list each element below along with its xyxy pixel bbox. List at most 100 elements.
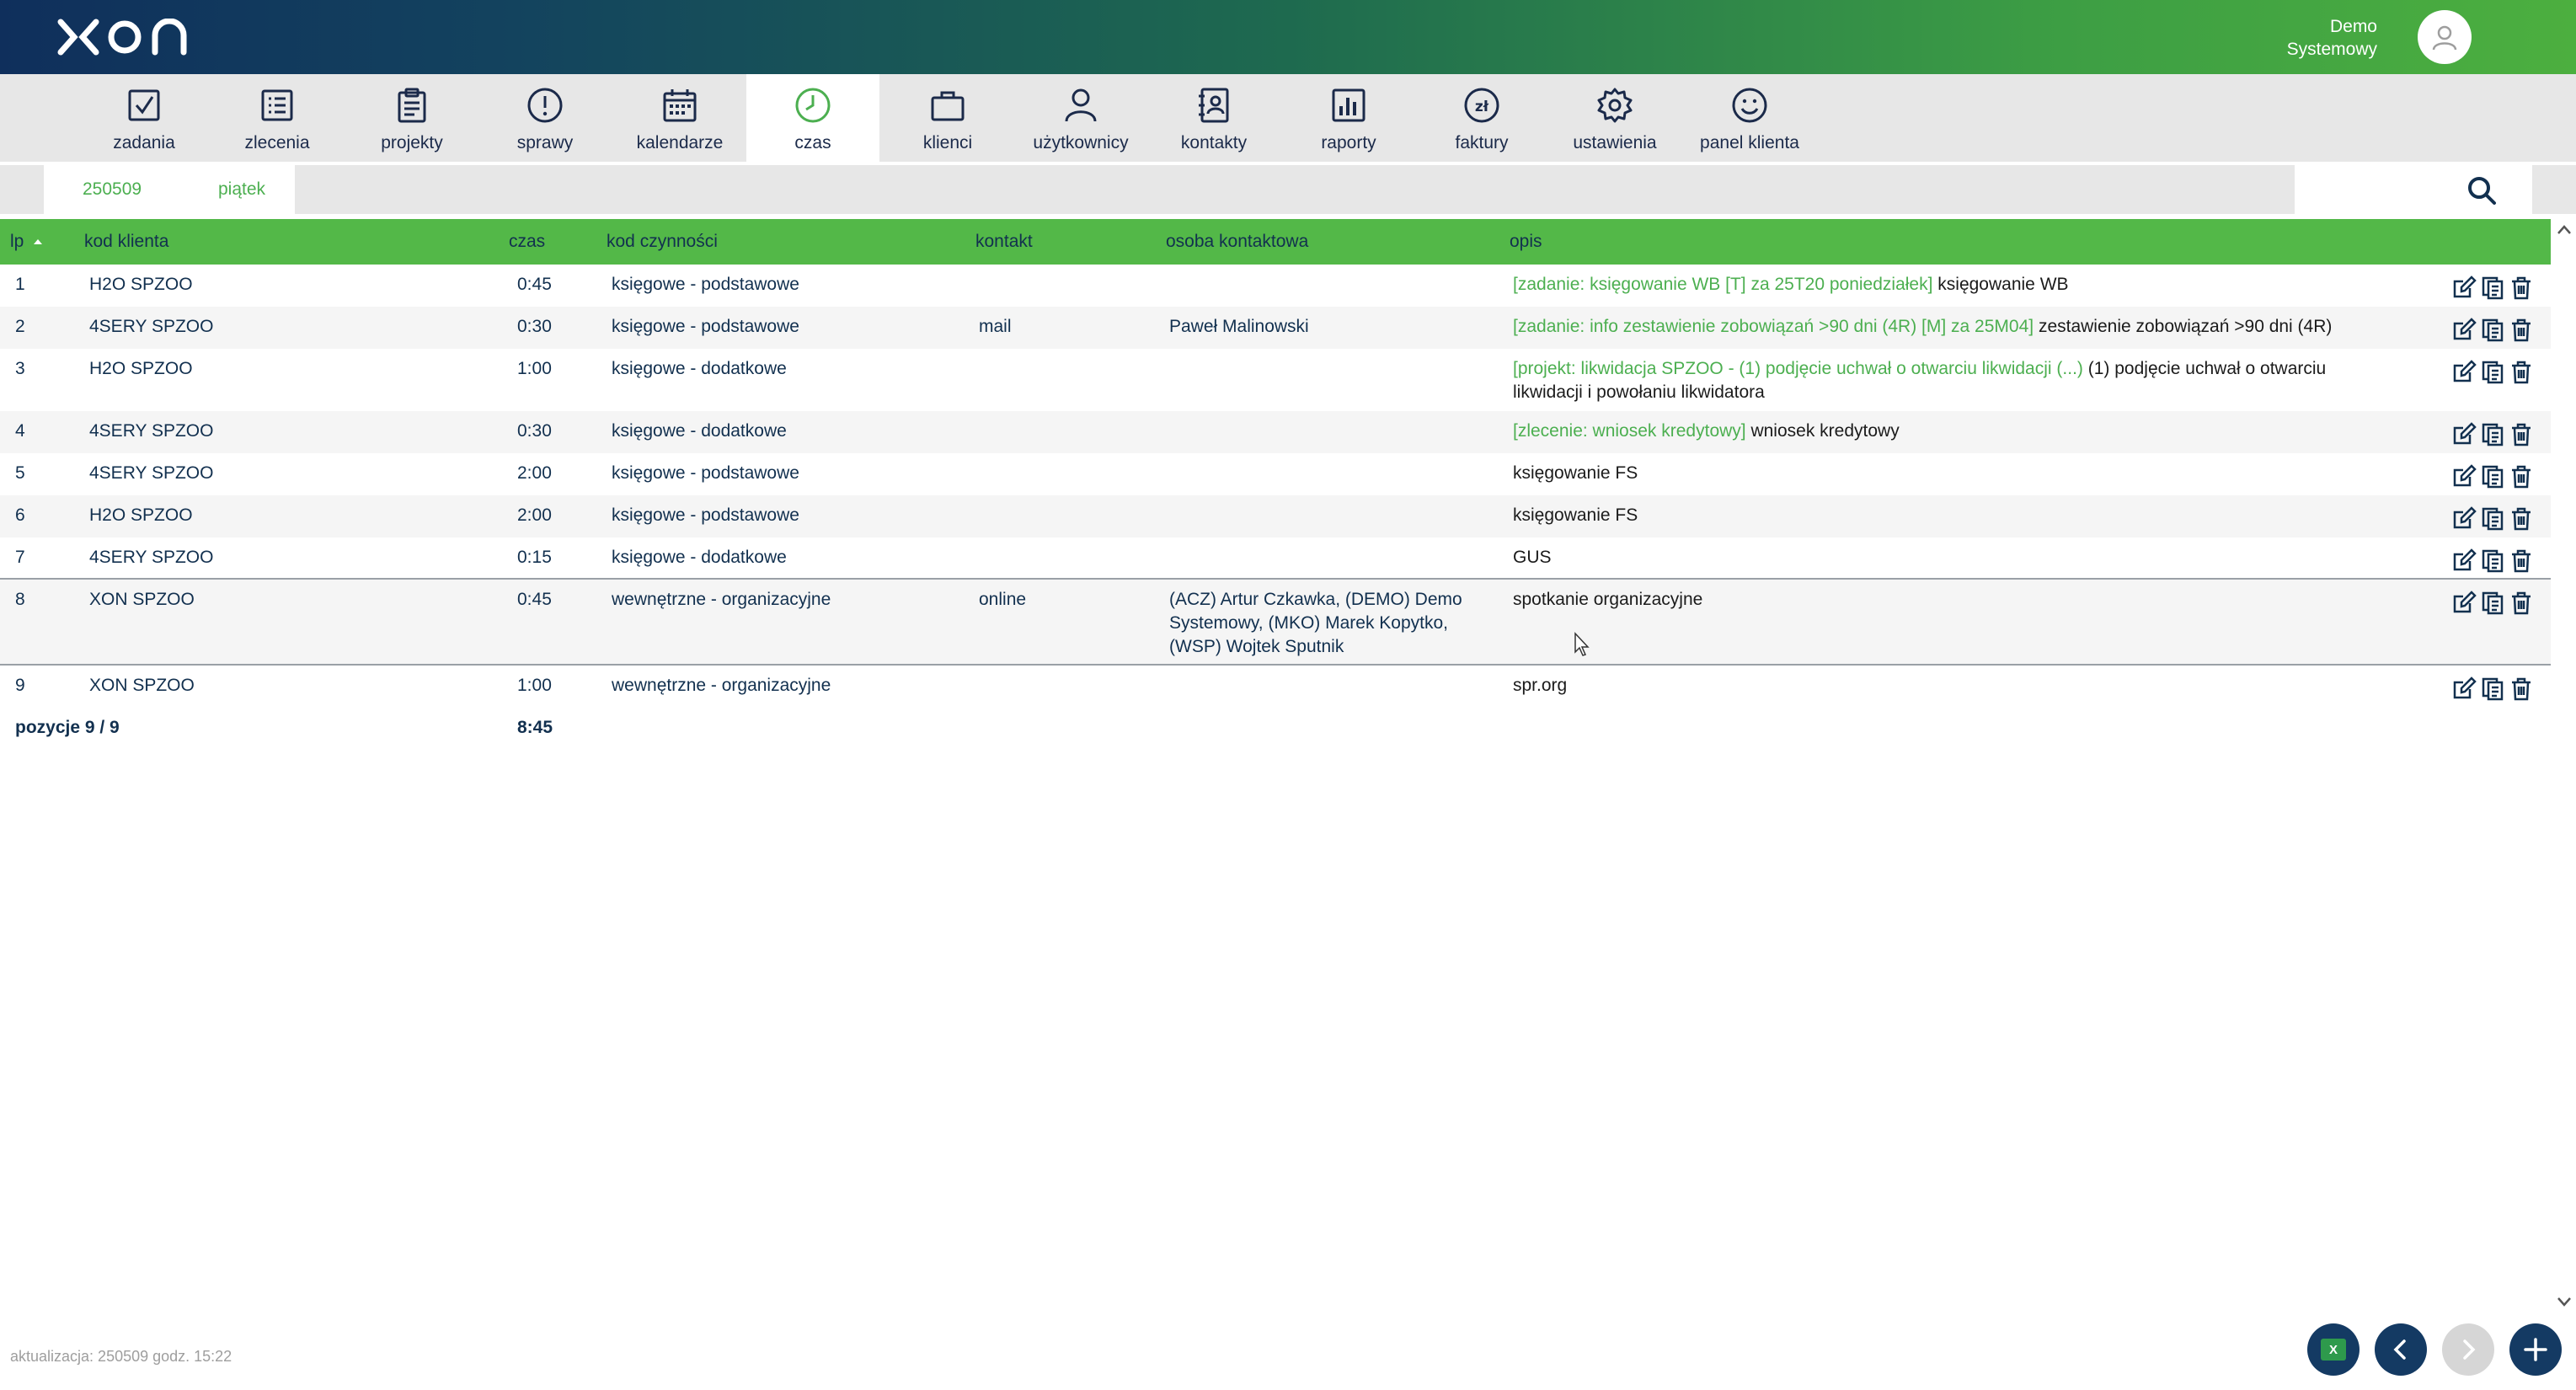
column-header-osoba-kontaktowa[interactable]: osoba kontaktowa [1166, 232, 1308, 252]
copy-icon[interactable] [2480, 548, 2505, 573]
trash-icon[interactable] [2509, 590, 2534, 615]
trash-icon[interactable] [2509, 421, 2534, 446]
xon-logo-icon[interactable] [56, 19, 194, 56]
copy-icon[interactable] [2480, 676, 2505, 701]
calendar-icon [663, 89, 697, 122]
column-header-czas[interactable]: czas [509, 232, 545, 252]
row-actions [2451, 676, 2539, 701]
edit-icon[interactable] [2451, 548, 2477, 573]
cell-client: H2O SPZOO [89, 505, 193, 525]
description-link[interactable]: [projekt: likwidacja SPZOO - (1) podjęci… [1513, 359, 2083, 378]
next-day-button[interactable] [2442, 1323, 2494, 1376]
search-icon[interactable] [2466, 175, 2497, 206]
edit-icon[interactable] [2451, 317, 2477, 342]
trash-icon[interactable] [2509, 463, 2534, 489]
nav-item-ustawienia[interactable]: ustawienia [1548, 74, 1681, 162]
scroll-up-icon[interactable] [2556, 222, 2573, 238]
nav-item-kalendarze[interactable]: kalendarze [613, 74, 746, 162]
table-row[interactable]: 5 4SERY SPZOO 2:00 księgowe - podstawowe… [0, 453, 2551, 495]
trash-icon[interactable] [2509, 676, 2534, 701]
nav-item-raporty[interactable]: raporty [1282, 74, 1415, 162]
row-actions [2451, 275, 2539, 300]
cell-description: GUS [1513, 546, 2355, 569]
nav-item-faktury[interactable]: zł faktury [1415, 74, 1548, 162]
edit-icon[interactable] [2451, 590, 2477, 615]
nav-item-kontakty[interactable]: kontakty [1147, 74, 1280, 162]
copy-icon[interactable] [2480, 421, 2505, 446]
copy-icon[interactable] [2480, 359, 2505, 384]
edit-icon[interactable] [2451, 676, 2477, 701]
description-text: księgowanie FS [1513, 463, 1638, 483]
cell-description: [projekt: likwidacja SPZOO - (1) podjęci… [1513, 357, 2355, 404]
last-update-text: aktualizacja: 250509 godz. 15:22 [10, 1348, 232, 1365]
nav-item-czas[interactable]: czas [746, 74, 879, 162]
avatar[interactable] [2418, 10, 2472, 64]
cell-time: 2:00 [517, 463, 552, 483]
cell-activity: księgowe - podstawowe [612, 317, 799, 336]
cell-time: 0:15 [517, 548, 552, 567]
cell-lp: 6 [15, 505, 25, 525]
filter-date[interactable]: 250509 [83, 179, 142, 200]
table-row[interactable]: 6 H2O SPZOO 2:00 księgowe - podstawowe k… [0, 495, 2551, 537]
nav-item-zadania[interactable]: zadania [77, 74, 211, 162]
user-name[interactable]: Demo Systemowy [2241, 15, 2377, 61]
column-header-kod-czynnosci[interactable]: kod czynności [607, 232, 718, 252]
edit-icon[interactable] [2451, 359, 2477, 384]
chevron-right-icon [2463, 1339, 2476, 1360]
trash-icon[interactable] [2509, 359, 2534, 384]
nav-item-projekty[interactable]: projekty [345, 74, 478, 162]
nav-item-zlecenia[interactable]: zlecenia [211, 74, 344, 162]
nav-item-uzytkownicy[interactable]: użytkownicy [1014, 74, 1147, 162]
column-header-kod-klienta[interactable]: kod klienta [84, 232, 168, 252]
column-header-opis[interactable]: opis [1510, 232, 1542, 252]
table-row[interactable]: 2 4SERY SPZOO 0:30 księgowe - podstawowe… [0, 307, 2551, 349]
trash-icon[interactable] [2509, 505, 2534, 531]
nav-item-klienci[interactable]: klienci [881, 74, 1014, 162]
table-row[interactable]: 8 XON SPZOO 0:45 wewnętrzne - organizacy… [0, 580, 2551, 664]
nav-item-panel-klienta[interactable]: panel klienta [1683, 74, 1816, 162]
table-row[interactable]: 9 XON SPZOO 1:00 wewnętrzne - organizacy… [0, 666, 2551, 708]
trash-icon[interactable] [2509, 317, 2534, 342]
scroll-down-icon[interactable] [2556, 1294, 2573, 1309]
scrollbar[interactable] [2551, 219, 2576, 1316]
cell-description: księgowanie FS [1513, 462, 2355, 485]
column-header-lp[interactable]: lp [10, 232, 44, 252]
edit-icon[interactable] [2451, 421, 2477, 446]
date-filter[interactable]: 250509 piątek [44, 165, 295, 214]
filter-bar: 250509 piątek [0, 165, 2576, 214]
column-header-kontakt[interactable]: kontakt [975, 232, 1033, 252]
table-row[interactable]: 1 H2O SPZOO 0:45 księgowe - podstawowe [… [0, 265, 2551, 307]
trash-icon[interactable] [2509, 548, 2534, 573]
edit-icon[interactable] [2451, 275, 2477, 300]
user-icon [2432, 25, 2457, 51]
excel-export-button[interactable]: X [2307, 1323, 2360, 1376]
edit-icon[interactable] [2451, 505, 2477, 531]
cell-lp: 5 [15, 463, 25, 483]
table-row[interactable]: 4 4SERY SPZOO 0:30 księgowe - dodatkowe … [0, 411, 2551, 453]
copy-icon[interactable] [2480, 590, 2505, 615]
row-actions [2451, 317, 2539, 342]
cell-activity: wewnętrzne - organizacyjne [612, 676, 831, 695]
previous-day-button[interactable] [2375, 1323, 2427, 1376]
copy-icon[interactable] [2480, 505, 2505, 531]
description-link[interactable]: [zadanie: księgowanie WB [T] za 25T20 po… [1513, 275, 1932, 294]
nav-label: czas [794, 133, 831, 152]
nav-label: kalendarze [636, 133, 724, 152]
user-name-line1: Demo [2329, 17, 2377, 36]
edit-icon[interactable] [2451, 463, 2477, 489]
table-row[interactable]: 3 H2O SPZOO 1:00 księgowe - dodatkowe [p… [0, 349, 2551, 411]
table-row[interactable]: 7 4SERY SPZOO 0:15 księgowe - dodatkowe … [0, 537, 2551, 580]
contact-book-icon [1199, 88, 1229, 123]
row-actions [2451, 421, 2539, 446]
trash-icon[interactable] [2509, 275, 2534, 300]
copy-icon[interactable] [2480, 463, 2505, 489]
zloty-icon: zł [1464, 88, 1499, 123]
add-entry-button[interactable] [2509, 1323, 2562, 1376]
copy-icon[interactable] [2480, 317, 2505, 342]
copy-icon[interactable] [2480, 275, 2505, 300]
description-link[interactable]: [zadanie: info zestawienie zobowiązań >9… [1513, 317, 2034, 336]
nav-item-sprawy[interactable]: sprawy [478, 74, 612, 162]
cell-client: XON SPZOO [89, 590, 195, 609]
description-text: zestawienie zobowiązań >90 dni (4R) [2034, 317, 2333, 336]
description-link[interactable]: [zlecenie: wniosek kredytowy] [1513, 421, 1746, 441]
